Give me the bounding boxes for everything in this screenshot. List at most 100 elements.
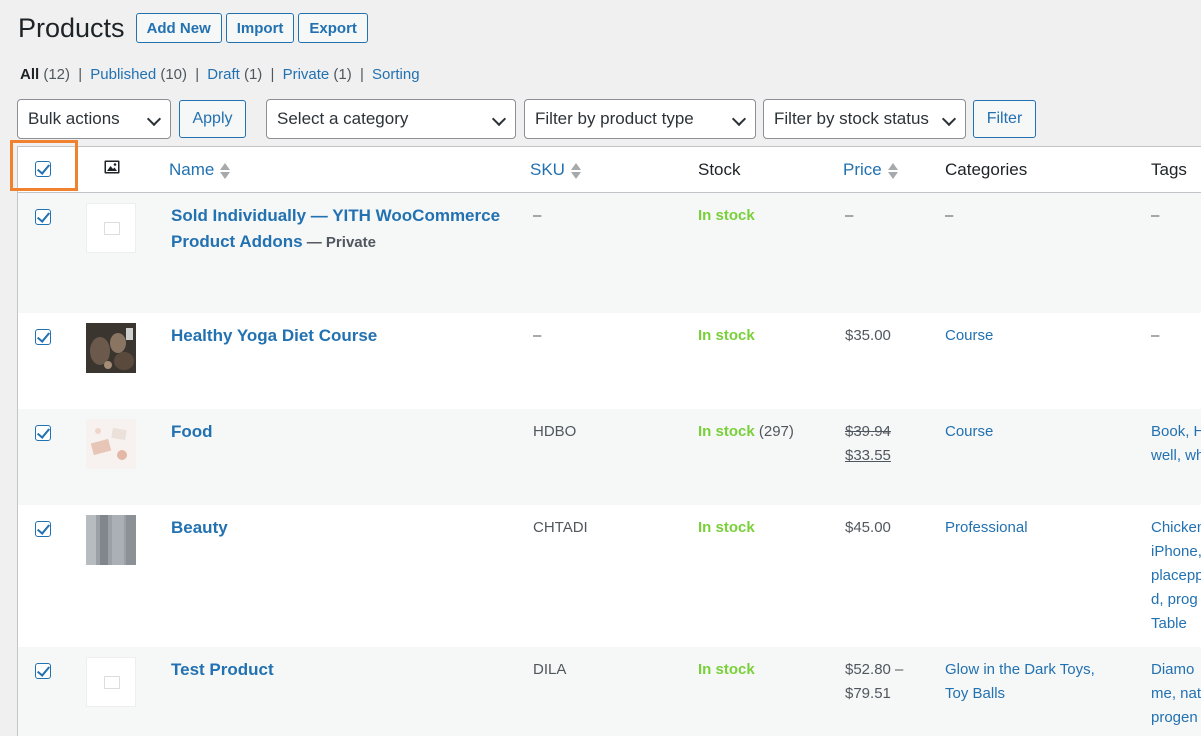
table-row: Test Product DILA In stock $52.80 – $79.… [18,647,1201,736]
category-value: Select a category [277,109,409,128]
products-table: Name SKU Stock Price Categories Tags Sol… [17,146,1201,736]
category-link[interactable]: Toy Balls [945,685,1005,702]
row-checkbox[interactable] [35,329,51,345]
column-sku-header[interactable]: SKU [530,160,581,180]
tag-link[interactable]: progen [1151,709,1198,726]
row-checkbox[interactable] [35,521,51,537]
category-link[interactable]: Glow in the Dark Toys, [945,661,1095,678]
chevron-down-icon [491,111,507,127]
product-thumbnail [86,419,136,469]
select-all-highlight [10,140,78,191]
stock-status: In stock [698,519,755,536]
tag-link[interactable]: Book, H [1151,423,1201,440]
tags-cell: Book, H well, wh [1151,420,1201,468]
image-icon [104,160,120,174]
product-thumbnail [86,323,136,373]
chevron-down-icon [731,111,747,127]
stock-status-value: Filter by stock status [774,109,929,128]
view-draft-link[interactable]: Draft [207,66,240,83]
row-checkbox[interactable] [35,663,51,679]
product-name-link[interactable]: Test Product [171,660,274,679]
table-row: Beauty CHTADI In stock $45.00 Profession… [18,505,1201,647]
product-type-value: Filter by product type [535,109,694,128]
product-name-link[interactable]: Healthy Yoga Diet Course [171,326,377,345]
price-cell: $39.94 $33.55 [845,420,891,468]
column-name-label: Name [169,160,215,179]
sku-cell: DILA [533,661,567,678]
table-header: Name SKU Stock Price Categories Tags [18,147,1201,193]
row-checkbox[interactable] [35,209,51,225]
tag-link[interactable]: me, nat [1151,685,1201,702]
product-thumbnail-placeholder [86,203,136,253]
tag-link[interactable]: well, wh [1151,447,1201,464]
view-all-count: (12) [43,66,71,83]
sku-cell: CHTADI [533,519,588,536]
tags-cell: Diamo me, nat progen [1151,658,1201,730]
product-name-cell: Test Product [171,657,274,683]
view-sorting-link[interactable]: Sorting [372,66,420,83]
column-stock-header: Stock [698,160,741,179]
regular-price: $39.94 [845,423,891,440]
price-cell: $35.00 [845,327,891,344]
status-views: All (12) | Published (10) | Draft (1) | … [20,66,420,83]
page-header: Products Add New Import Export [18,10,372,46]
category-select[interactable]: Select a category [266,99,516,139]
sort-icon [220,162,231,180]
bulk-actions-select[interactable]: Bulk actions [17,99,171,139]
sale-price: $33.55 [845,447,891,464]
product-name-link[interactable]: Sold Individually — YITH WooCommerce [171,206,500,225]
column-price-header[interactable]: Price [843,160,898,180]
tags-cell: Chicken iPhone, placepp d, prog Table [1151,516,1201,636]
price-cell: $45.00 [845,519,891,536]
column-name-header[interactable]: Name [169,160,231,180]
product-name-cell: Beauty [171,515,228,541]
tag-link[interactable]: Chicken [1151,519,1201,536]
product-name-link[interactable]: Beauty [171,518,228,537]
chevron-down-icon [146,111,162,127]
export-button[interactable]: Export [298,13,368,43]
tag-link[interactable]: Diamo [1151,661,1194,678]
category-link[interactable]: Professional [945,516,1028,540]
product-name-cell: Food [171,419,213,445]
product-name-cell: Sold Individually — YITH WooCommerce Pro… [171,203,521,255]
table-row: Food HDBO In stock (297) $39.94 $33.55 C… [18,409,1201,505]
filter-button[interactable]: Filter [973,100,1036,138]
categories-cell: Glow in the Dark Toys, Toy Balls [945,658,1095,706]
product-type-select[interactable]: Filter by product type [524,99,756,139]
tag-link[interactable]: Table [1151,615,1187,632]
stock-status-select[interactable]: Filter by stock status [763,99,966,139]
sort-icon [887,162,898,180]
bulk-actions-value: Bulk actions [28,109,120,128]
column-tags-header: Tags [1151,160,1187,179]
tag-link[interactable]: iPhone, [1151,543,1201,560]
stock-cell: In stock [698,324,755,348]
view-private-link[interactable]: Private [283,66,330,83]
row-checkbox[interactable] [35,425,51,441]
import-button[interactable]: Import [225,13,295,43]
sku-cell: – [533,327,542,344]
product-name-cell: Healthy Yoga Diet Course [171,323,377,349]
column-categories-header: Categories [945,160,1028,179]
sort-icon [570,162,581,180]
category-link[interactable]: Course [945,324,993,348]
stock-cell: In stock [698,658,755,682]
view-all-link[interactable]: All [20,66,39,83]
stock-count: (297) [754,423,794,440]
product-image [86,515,136,565]
product-image [86,419,136,469]
product-name-link-cont[interactable]: Product Addons [171,232,303,251]
chevron-down-icon [941,111,957,127]
view-published-link[interactable]: Published [90,66,156,83]
product-name-link[interactable]: Food [171,422,213,441]
apply-button[interactable]: Apply [179,100,246,138]
add-new-button[interactable]: Add New [135,13,222,43]
price-cell: – [845,207,854,224]
price-range-min: $52.80 – [845,661,904,678]
stock-status: In stock [698,327,755,344]
view-draft-count: (1) [243,66,263,83]
product-thumbnail [86,515,136,565]
category-link[interactable]: Course [945,420,993,444]
tags-cell: – [1151,207,1160,224]
tag-link[interactable]: d, prog [1151,591,1198,608]
tag-link[interactable]: placepp [1151,567,1201,584]
